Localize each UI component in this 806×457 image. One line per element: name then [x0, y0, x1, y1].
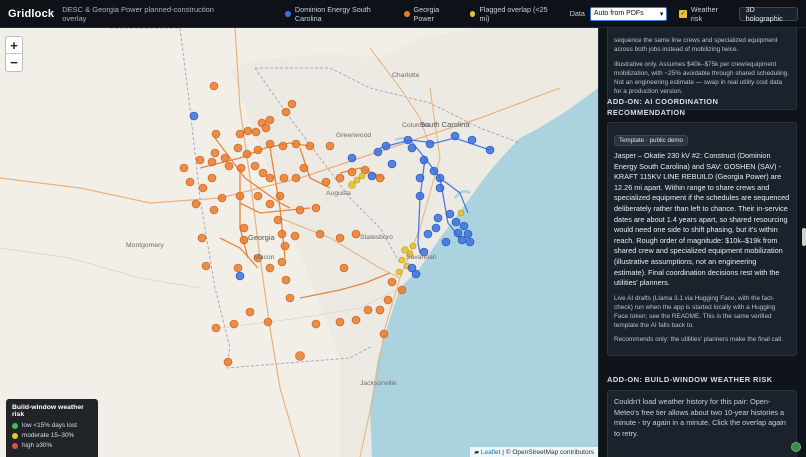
- map-attribution: ▰ Leaflet | © OpenStreetMap contributors: [470, 447, 598, 457]
- risk-moderate-row: moderate 15–30%: [12, 432, 92, 439]
- leaflet-link[interactable]: Leaflet: [481, 449, 501, 456]
- legend-label-dominion: Dominion Energy South Carolina: [294, 4, 371, 23]
- risk-moderate-label: moderate 15–30%: [22, 432, 75, 439]
- checkmark-icon: ✓: [680, 11, 686, 17]
- risk-high-label: high ≥30%: [22, 442, 53, 449]
- legend-item-dominion: Dominion Energy South Carolina: [285, 5, 392, 23]
- map-view[interactable]: + − Georgia South Carolina Charlotte Gre…: [0, 28, 598, 457]
- ai-draft-note: Live AI drafts (Llama 3.1 via Hugging Fa…: [614, 294, 776, 329]
- side-panel[interactable]: sequence the same line crews and special…: [598, 28, 806, 457]
- brand-title: Gridlock: [8, 7, 55, 20]
- chevron-down-icon: ▾: [659, 10, 664, 18]
- weather-risk-legend: Build-window weather risk low <15% days …: [6, 399, 98, 457]
- top-bar: Gridlock DESC & Georgia Power planned-co…: [0, 0, 806, 28]
- map-canvas[interactable]: [0, 28, 598, 457]
- city-savannah: Savannah: [406, 254, 437, 261]
- city-columbia: Columbia: [402, 122, 431, 129]
- legend-label-georgia-power: Georgia Power: [413, 4, 440, 23]
- utility-legend: Dominion Energy South Carolina Georgia P…: [285, 5, 565, 23]
- weather-risk-heading: ADD-ON: BUILD-WINDOW WEATHER RISK: [607, 375, 773, 384]
- holographic-button[interactable]: 3D holographic: [738, 5, 798, 23]
- data-source-select[interactable]: Auto from PDFs ▾: [589, 6, 668, 21]
- legend-item-flagged: Flagged overlap (<25 mi): [469, 4, 554, 23]
- savings-text: sequence the same line crews and special…: [614, 37, 778, 53]
- city-statesboro: Statesboro: [360, 234, 393, 241]
- weather-risk-checkbox[interactable]: ✓: [679, 9, 687, 18]
- red-dot-icon: [12, 442, 18, 449]
- weather-risk-card: Couldn't load weather history for this p…: [607, 390, 797, 457]
- template-badge: Template · public demo: [614, 135, 688, 146]
- yellow-dot-icon: [12, 432, 18, 439]
- city-charlotte: Charlotte: [392, 72, 420, 79]
- ai-recommendation-card: Template · public demo Jasper – Okatie 2…: [607, 122, 797, 356]
- ai-recommendation-text: Jasper – Okatie 230 kV #2: Construct (Do…: [614, 151, 790, 288]
- city-jacksonville: Jacksonville: [360, 380, 397, 387]
- zoom-control: + −: [5, 36, 23, 72]
- blue-dot-icon: [285, 10, 291, 17]
- city-macon: Macon: [254, 254, 275, 261]
- city-montgomery: Montgomery: [126, 242, 164, 249]
- assistant-icon[interactable]: [791, 442, 801, 452]
- yellow-dot-icon: [469, 10, 476, 17]
- zoom-in-button[interactable]: +: [6, 37, 22, 54]
- city-greenwood: Greenwood: [336, 132, 372, 139]
- orange-dot-icon: [403, 10, 410, 17]
- weather-risk-message: Couldn't load weather history for this p…: [614, 397, 786, 438]
- osm-attribution: | © OpenStreetMap contributors: [500, 449, 594, 456]
- legend-item-georgia-power: Georgia Power: [403, 4, 458, 23]
- ai-final-call-note: Recommends only: the utilities' planners…: [614, 335, 783, 343]
- city-augusta: Augusta: [326, 190, 351, 197]
- zoom-out-button[interactable]: −: [6, 54, 22, 71]
- app-subtitle: DESC & Georgia Power planned-constructio…: [62, 4, 214, 23]
- green-dot-icon: [12, 422, 18, 429]
- savings-disclaimer: Illustrative only. Assumes $40k–$75k per…: [614, 61, 789, 95]
- risk-high-row: high ≥30%: [12, 442, 92, 449]
- data-source-value: Auto from PDFs: [593, 10, 644, 17]
- state-label-georgia: Georgia: [248, 233, 275, 242]
- data-source-label: Data: [569, 9, 585, 18]
- app-root: Gridlock DESC & Georgia Power planned-co…: [0, 0, 806, 457]
- weather-risk-label: Weather risk: [690, 4, 718, 23]
- leaflet-flag-icon: ▰: [474, 449, 480, 456]
- panel-scrollbar-handle[interactable]: [802, 228, 806, 246]
- legend-label-flagged: Flagged overlap (<25 mi): [479, 4, 548, 23]
- ai-recommendation-heading: ADD-ON: AI COORDINATION RECOMMENDATION: [607, 97, 719, 117]
- risk-low-label: low <15% days lost: [22, 422, 77, 429]
- risk-low-row: low <15% days lost: [12, 422, 92, 429]
- weather-risk-legend-title: Build-window weather risk: [12, 404, 84, 418]
